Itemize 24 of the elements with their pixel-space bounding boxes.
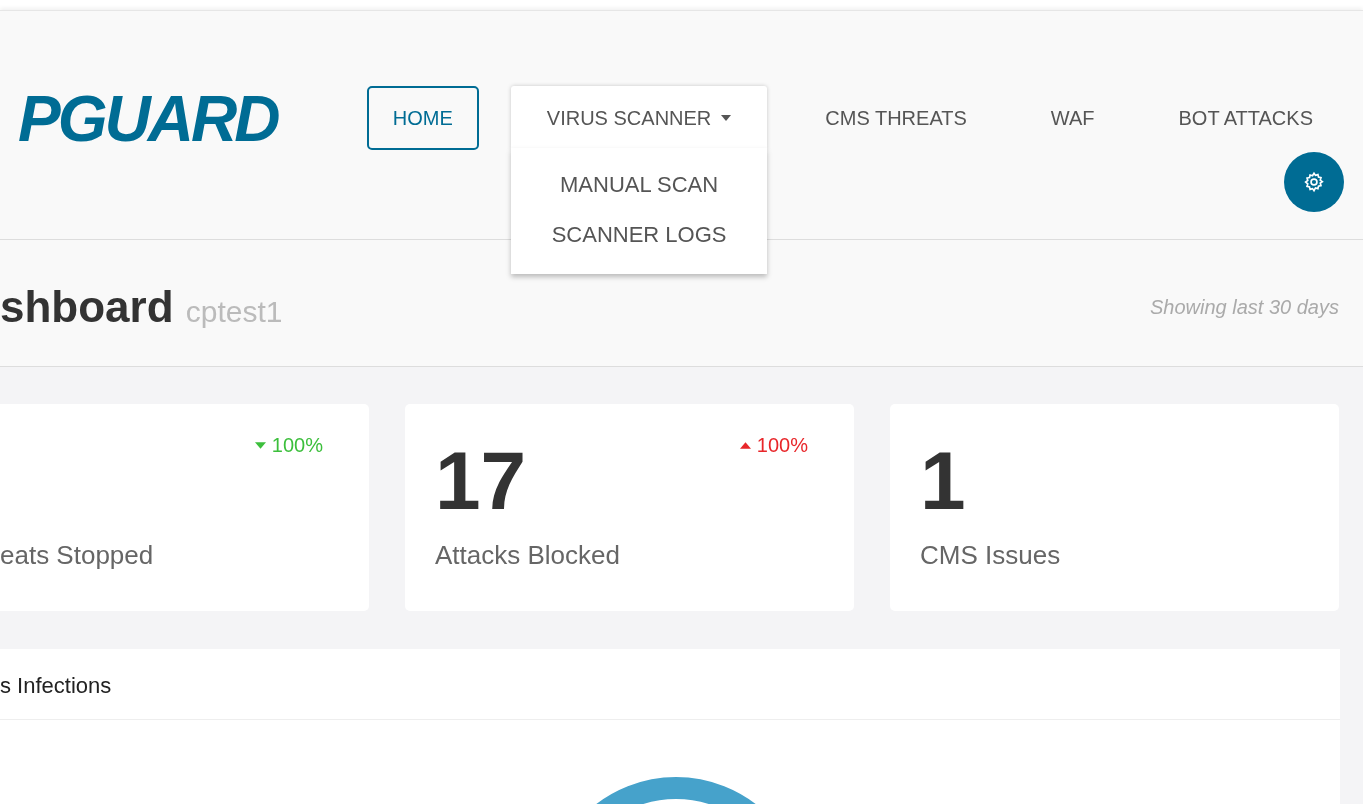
stat-value: 17 — [435, 440, 527, 522]
stat-value: 1 — [920, 440, 966, 522]
stat-label: CMS Issues — [920, 540, 1062, 571]
nav-link[interactable]: CMS THREATS — [799, 86, 993, 150]
down-triangle-icon — [254, 442, 266, 449]
stat-label: eats Stopped — [0, 540, 155, 571]
nav-link[interactable]: WAF — [1024, 86, 1121, 150]
logo: PGUARD — [17, 82, 279, 157]
up-triangle-icon — [739, 442, 751, 449]
menu-item[interactable]: MANUAL SCAN — [560, 160, 719, 210]
panel-title: s Infections — [0, 649, 1340, 720]
stat-change: 100% — [254, 434, 323, 457]
settings-button[interactable] — [1284, 152, 1344, 212]
stat-change: 100% — [739, 434, 808, 457]
stat-label: Attacks Blocked — [435, 540, 621, 571]
nav-link[interactable]: HOME — [366, 86, 479, 150]
user-name: cptest1 — [185, 295, 283, 328]
menu-item[interactable]: SCANNER LOGS — [551, 210, 727, 260]
caret-icon — [721, 115, 732, 121]
nav-link[interactable]: VIRUS SCANNER — [510, 86, 768, 150]
date-range: Showing last 30 days — [1150, 295, 1339, 319]
page-title: shboard — [0, 282, 174, 331]
settings-icon — [1303, 171, 1325, 193]
nav-link[interactable]: BOT ATTACKS — [1152, 86, 1339, 150]
